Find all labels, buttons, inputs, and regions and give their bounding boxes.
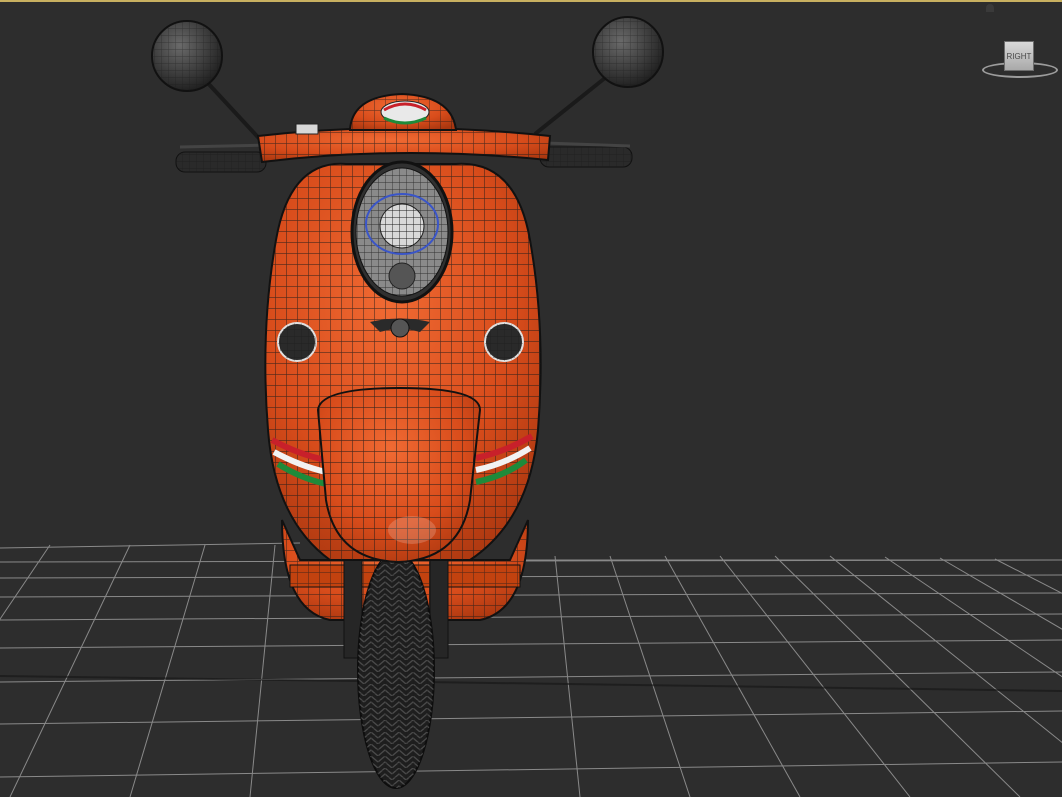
front-wheel xyxy=(343,529,449,789)
front-fender xyxy=(316,386,482,564)
headlight xyxy=(350,160,454,304)
scene-render xyxy=(0,16,1062,797)
viewcube[interactable]: RIGHT xyxy=(980,38,1060,84)
ground-grid xyxy=(0,542,1062,797)
right-mirror xyxy=(533,16,664,136)
headset-cap xyxy=(348,92,458,131)
3d-viewport[interactable]: RIGHT xyxy=(0,0,1062,797)
left-mirror xyxy=(151,20,270,150)
viewcube-icon[interactable]: RIGHT xyxy=(1004,41,1034,71)
